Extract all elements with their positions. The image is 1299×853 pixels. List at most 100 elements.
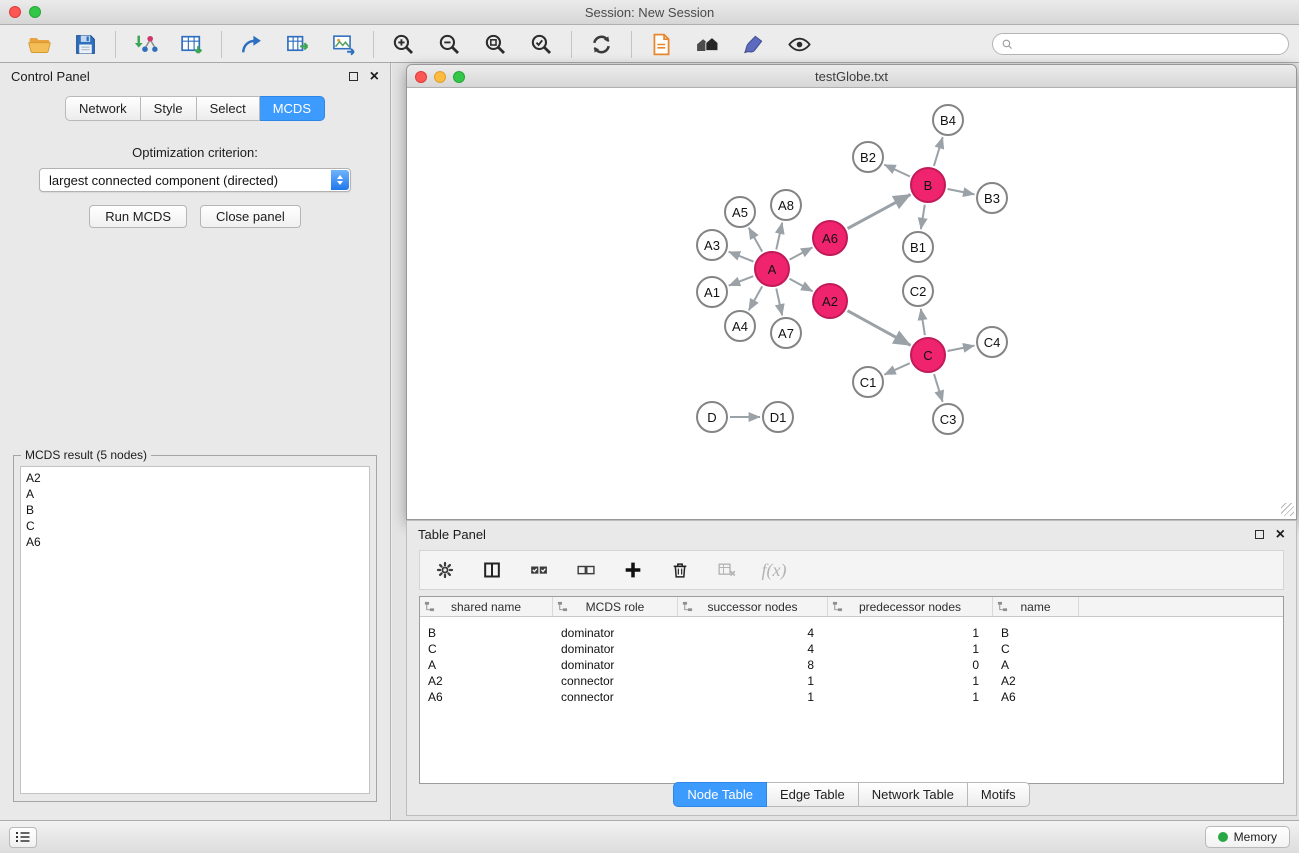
open-document-icon[interactable] — [647, 30, 676, 59]
network-minimize-button[interactable] — [434, 71, 446, 83]
graph-node-A5[interactable]: A5 — [724, 196, 756, 228]
zoom-selected-icon[interactable] — [527, 30, 556, 59]
graph-edge-B-B4[interactable] — [934, 137, 943, 166]
float-table-panel-icon[interactable] — [1255, 530, 1264, 539]
graph-edge-A-A4[interactable] — [749, 286, 762, 310]
search-input[interactable] — [1019, 37, 1280, 51]
graph-edge-A-A8[interactable] — [776, 223, 782, 250]
graph-node-C4[interactable]: C4 — [976, 326, 1008, 358]
mcds-result-item[interactable]: A2 — [26, 470, 364, 486]
column-header-shared-name[interactable]: shared name — [420, 597, 553, 616]
graph-node-A3[interactable]: A3 — [696, 229, 728, 261]
import-network-from-file-icon[interactable] — [131, 30, 160, 59]
memory-button[interactable]: Memory — [1205, 826, 1290, 848]
column-header-name[interactable]: name — [993, 597, 1079, 616]
network-canvas[interactable]: B4B2BB3B1A5A8A6A3AA1A2C2A4A7C4CC1C3DD1 — [407, 88, 1296, 518]
graph-node-A6[interactable]: A6 — [812, 220, 848, 256]
export-network-icon[interactable] — [237, 30, 266, 59]
tab-network[interactable]: Network — [65, 96, 141, 121]
zoom-in-icon[interactable] — [389, 30, 418, 59]
deselect-all-rows-icon[interactable] — [574, 558, 598, 582]
table-row[interactable]: Bdominator41B — [420, 625, 1283, 641]
graph-node-C1[interactable]: C1 — [852, 366, 884, 398]
graph-node-A2[interactable]: A2 — [812, 283, 848, 319]
zoom-out-icon[interactable] — [435, 30, 464, 59]
graph-node-A4[interactable]: A4 — [724, 310, 756, 342]
graph-edge-B-B3[interactable] — [948, 189, 975, 194]
close-window-button[interactable] — [9, 6, 21, 18]
zoom-window-button[interactable] — [29, 6, 41, 18]
column-header-predecessor-nodes[interactable]: predecessor nodes — [828, 597, 993, 616]
graph-edge-A-A6[interactable] — [790, 247, 813, 259]
column-header-mcds-role[interactable]: MCDS role — [553, 597, 678, 616]
select-all-rows-icon[interactable] — [527, 558, 551, 582]
graph-node-C[interactable]: C — [910, 337, 946, 373]
menu-list-button[interactable] — [9, 827, 37, 848]
close-panel-icon[interactable]: × — [370, 71, 379, 83]
graph-edge-C-C2[interactable] — [921, 309, 925, 335]
graph-edge-A-A3[interactable] — [729, 252, 754, 262]
table-row[interactable]: A6connector11A6 — [420, 689, 1283, 705]
graph-node-B[interactable]: B — [910, 167, 946, 203]
export-image-icon[interactable] — [329, 30, 358, 59]
table-tab-motifs[interactable]: Motifs — [968, 782, 1030, 807]
table-tab-edge-table[interactable]: Edge Table — [767, 782, 859, 807]
graph-edge-A-A2[interactable] — [790, 279, 813, 292]
table-settings-gear-icon[interactable] — [433, 558, 457, 582]
graph-node-C2[interactable]: C2 — [902, 275, 934, 307]
add-column-icon[interactable] — [621, 558, 645, 582]
search-box[interactable] — [992, 33, 1289, 55]
table-row[interactable]: Cdominator41C — [420, 641, 1283, 657]
zoom-fit-content-icon[interactable] — [481, 30, 510, 59]
network-close-button[interactable] — [415, 71, 427, 83]
column-header-successor-nodes[interactable]: successor nodes — [678, 597, 828, 616]
table-tab-network-table[interactable]: Network Table — [859, 782, 968, 807]
table-row[interactable]: Adominator80A — [420, 657, 1283, 673]
graph-node-D1[interactable]: D1 — [762, 401, 794, 433]
tab-mcds[interactable]: MCDS — [260, 96, 325, 121]
mcds-result-item[interactable]: A — [26, 486, 364, 502]
graph-node-A8[interactable]: A8 — [770, 189, 802, 221]
resize-grip-icon[interactable] — [1281, 503, 1294, 516]
graph-edge-B-B2[interactable] — [884, 165, 910, 177]
float-panel-icon[interactable] — [349, 72, 358, 81]
graph-edge-C-C4[interactable] — [948, 346, 975, 351]
delete-rows-icon[interactable] — [668, 558, 692, 582]
graph-node-D[interactable]: D — [696, 401, 728, 433]
graph-edge-A-A7[interactable] — [776, 289, 782, 316]
graph-node-A1[interactable]: A1 — [696, 276, 728, 308]
close-panel-button[interactable]: Close panel — [200, 205, 301, 228]
graph-edge-A6-B[interactable] — [848, 195, 911, 229]
import-table-from-file-icon[interactable] — [177, 30, 206, 59]
show-columns-icon[interactable] — [480, 558, 504, 582]
graph-node-B1[interactable]: B1 — [902, 231, 934, 263]
graph-edge-A-A1[interactable] — [729, 276, 754, 285]
graph-node-A7[interactable]: A7 — [770, 317, 802, 349]
graph-node-B2[interactable]: B2 — [852, 141, 884, 173]
mcds-result-list[interactable]: A2ABCA6 — [20, 466, 370, 794]
graph-node-A[interactable]: A — [754, 251, 790, 287]
graph-node-C3[interactable]: C3 — [932, 403, 964, 435]
run-mcds-button[interactable]: Run MCDS — [89, 205, 187, 228]
open-session-icon[interactable] — [25, 30, 54, 59]
export-table-icon[interactable] — [283, 30, 312, 59]
refresh-layout-icon[interactable] — [587, 30, 616, 59]
close-table-panel-icon[interactable]: × — [1276, 529, 1285, 541]
tab-style[interactable]: Style — [141, 96, 197, 121]
mcds-result-item[interactable]: C — [26, 518, 364, 534]
mcds-result-item[interactable]: B — [26, 502, 364, 518]
graph-edge-A-A5[interactable] — [749, 228, 762, 252]
graph-edge-B-B1[interactable] — [921, 205, 925, 230]
graph-edge-A2-C[interactable] — [848, 311, 911, 346]
graph-edge-C-C1[interactable] — [884, 363, 909, 374]
show-networks-home-icon[interactable] — [693, 30, 722, 59]
network-zoom-button[interactable] — [453, 71, 465, 83]
paint-style-icon[interactable] — [739, 30, 768, 59]
table-tab-node-table[interactable]: Node Table — [673, 782, 767, 807]
graph-node-B3[interactable]: B3 — [976, 182, 1008, 214]
tab-select[interactable]: Select — [197, 96, 260, 121]
network-window-titlebar[interactable]: testGlobe.txt — [407, 65, 1296, 88]
table-row[interactable]: A2connector11A2 — [420, 673, 1283, 689]
show-hide-eye-icon[interactable] — [785, 30, 814, 59]
optimization-criterion-select[interactable]: largest connected component (directed) — [39, 168, 351, 192]
